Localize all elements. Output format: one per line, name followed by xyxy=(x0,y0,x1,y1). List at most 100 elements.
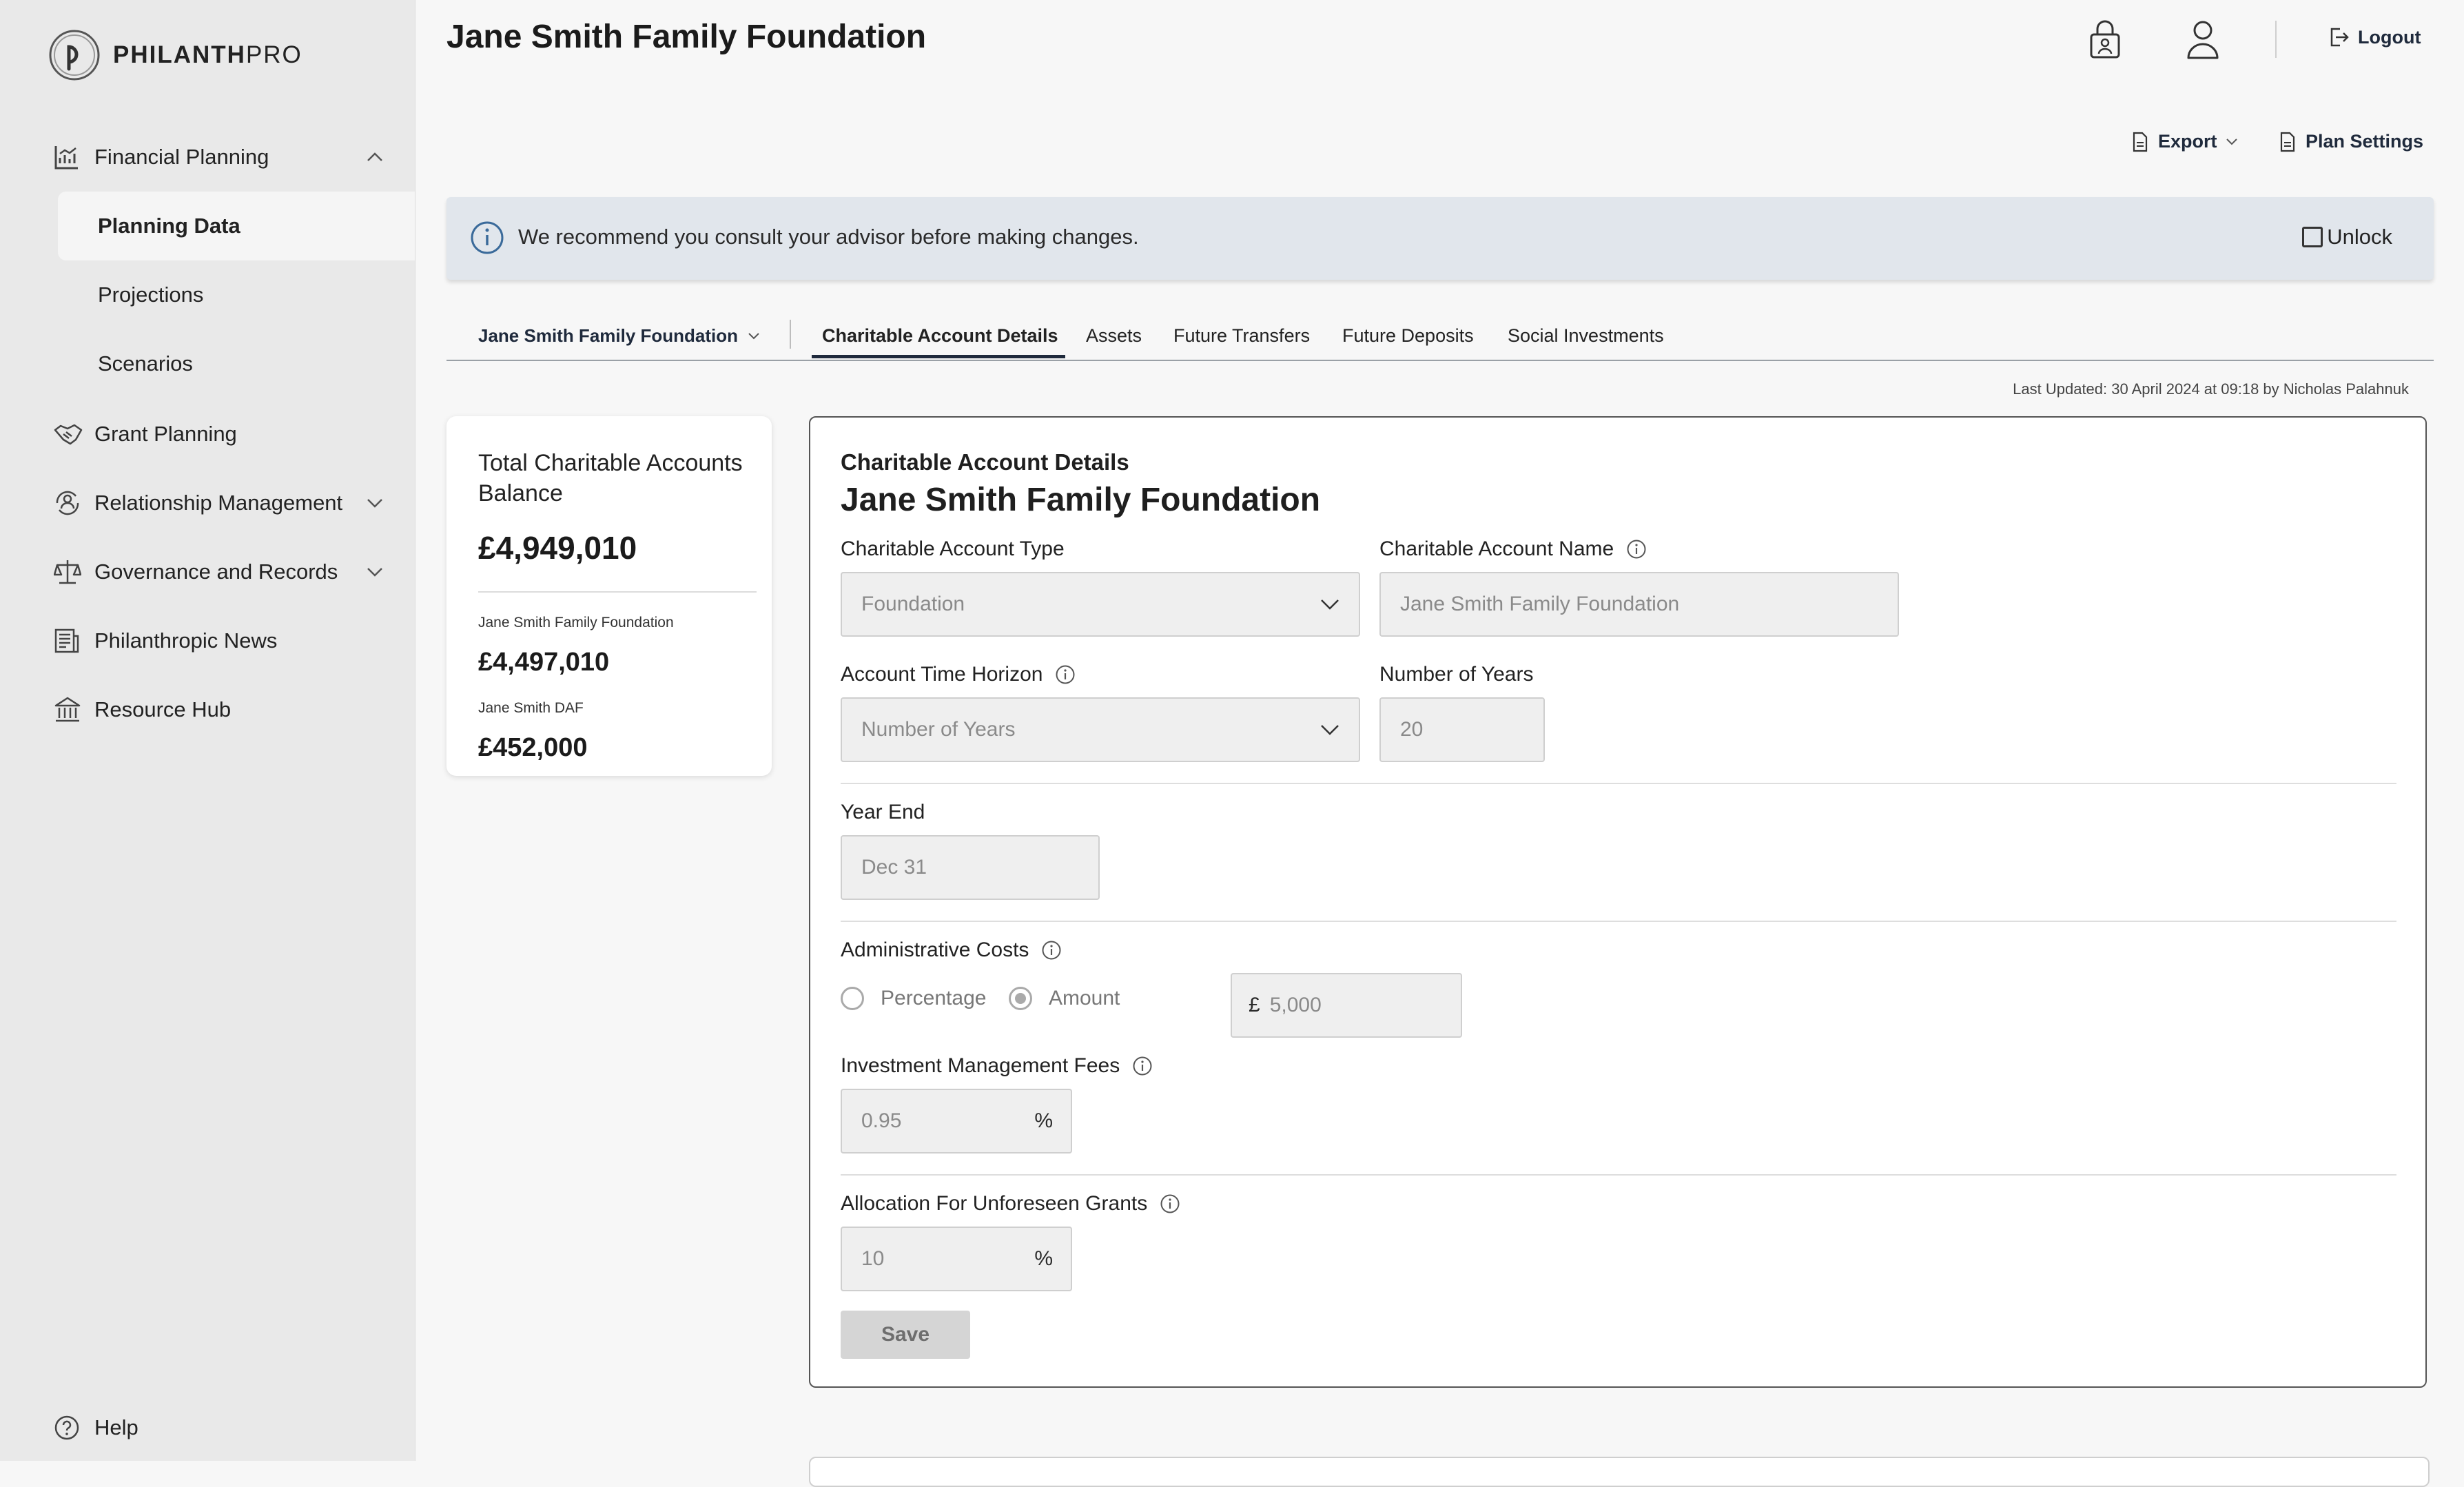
label-text: Allocation For Unforeseen Grants xyxy=(841,1192,1148,1215)
input-value: 0.95 xyxy=(861,1109,902,1132)
advisory-banner: We recommend you consult your advisor be… xyxy=(446,197,2434,280)
sidebar-subitem-projections[interactable]: Projections xyxy=(58,260,415,329)
account-selector-label: Jane Smith Family Foundation xyxy=(478,325,739,346)
account-selector[interactable]: Jane Smith Family Foundation xyxy=(478,325,760,347)
select-value: Foundation xyxy=(861,593,965,615)
form-title: Jane Smith Family Foundation xyxy=(841,482,1321,518)
tab-assets[interactable]: Assets xyxy=(1086,325,1142,347)
lock-user-button[interactable] xyxy=(2088,19,2122,59)
info-icon[interactable] xyxy=(1132,1056,1153,1076)
account-type-select[interactable]: Foundation xyxy=(841,572,1360,637)
info-icon[interactable] xyxy=(1626,539,1647,560)
logo[interactable]: PHILANTHPRO xyxy=(48,29,302,81)
radio-circle[interactable] xyxy=(841,987,864,1010)
tab-social-investments[interactable]: Social Investments xyxy=(1508,325,1664,347)
user-icon xyxy=(2187,21,2219,59)
checkbox-box[interactable] xyxy=(2302,227,2323,247)
account-type-label: Charitable Account Type xyxy=(841,537,1065,561)
info-icon[interactable] xyxy=(1041,940,1062,961)
export-label: Export xyxy=(2158,131,2217,152)
chevron-down-icon xyxy=(367,499,382,508)
logout-button[interactable]: Logout xyxy=(2328,26,2421,48)
export-button[interactable]: Export xyxy=(2132,131,2238,152)
chevron-down-icon xyxy=(748,333,759,340)
currency-prefix: £ xyxy=(1249,994,1260,1016)
input-value: 10 xyxy=(861,1247,885,1270)
sidebar-item-relationship-management[interactable]: Relationship Management xyxy=(0,470,415,536)
unlock-label: Unlock xyxy=(2327,225,2392,249)
chevron-down-icon xyxy=(2226,139,2237,145)
sidebar-item-label: Philanthropic News xyxy=(94,628,278,653)
chevron-down-icon xyxy=(367,568,382,577)
logout-label: Logout xyxy=(2358,26,2421,48)
info-icon[interactable] xyxy=(1055,664,1076,685)
year-end-input[interactable]: Dec 31 xyxy=(841,835,1100,900)
handshake-icon xyxy=(54,424,83,445)
sidebar-item-label: Resource Hub xyxy=(94,697,232,721)
header-divider xyxy=(2275,21,2277,58)
account-name-input[interactable]: Jane Smith Family Foundation xyxy=(1379,572,1899,637)
sidebar-item-label: Governance and Records xyxy=(94,560,338,584)
chevron-down-icon xyxy=(1321,725,1339,735)
tab-future-transfers[interactable]: Future Transfers xyxy=(1173,325,1310,347)
tab-charitable-account-details[interactable]: Charitable Account Details xyxy=(822,325,1058,347)
label-text: Number of Years xyxy=(1379,663,1534,686)
unlock-checkbox[interactable]: Unlock xyxy=(2302,225,2392,249)
next-section-card xyxy=(809,1457,2430,1487)
sidebar-subitem-label: Projections xyxy=(98,283,204,307)
input-value: Jane Smith Family Foundation xyxy=(1400,593,1680,615)
profile-button[interactable] xyxy=(2186,19,2220,59)
sidebar-item-label: Help xyxy=(94,1415,138,1439)
bank-icon xyxy=(54,697,81,722)
input-value: 20 xyxy=(1400,718,1424,741)
percent-suffix: % xyxy=(1034,1109,1053,1132)
save-button[interactable]: Save xyxy=(841,1311,970,1359)
balance-summary-card: Total Charitable Accounts Balance £4,949… xyxy=(446,416,772,776)
lock-user-icon xyxy=(2090,20,2120,59)
sidebar-subitem-planning-data[interactable]: Planning Data xyxy=(58,192,415,260)
account-amount: £452,000 xyxy=(478,733,588,762)
chart-icon xyxy=(54,146,78,170)
admin-costs-percentage-radio[interactable]: Percentage xyxy=(841,987,986,1010)
section-divider xyxy=(841,1174,2396,1176)
section-divider xyxy=(841,783,2396,784)
account-name-label: Charitable Account Name xyxy=(1379,537,1647,561)
help-icon xyxy=(54,1415,79,1440)
sidebar-subitem-label: Scenarios xyxy=(98,351,193,376)
info-icon[interactable] xyxy=(1160,1193,1180,1214)
charitable-account-form: Charitable Account Details Jane Smith Fa… xyxy=(809,416,2427,1388)
logout-icon xyxy=(2330,28,2349,47)
sidebar-item-philanthropic-news[interactable]: Philanthropic News xyxy=(0,608,415,674)
input-value: Dec 31 xyxy=(861,856,927,879)
tab-divider xyxy=(790,320,791,349)
admin-costs-amount-input[interactable]: £ 5,000 xyxy=(1231,973,1462,1038)
divider xyxy=(478,591,757,593)
radio-label: Percentage xyxy=(881,987,987,1009)
sidebar-item-grant-planning[interactable]: Grant Planning xyxy=(0,401,415,467)
document-icon xyxy=(2133,132,2148,152)
banner-message: We recommend you consult your advisor be… xyxy=(518,225,1139,249)
form-subtitle: Charitable Account Details xyxy=(841,449,1129,475)
sidebar-item-governance-records[interactable]: Governance and Records xyxy=(0,539,415,605)
time-horizon-select[interactable]: Number of Years xyxy=(841,697,1360,762)
sidebar-subitem-scenarios[interactable]: Scenarios xyxy=(58,329,415,398)
sidebar-item-financial-planning[interactable]: Financial Planning xyxy=(0,124,415,190)
plan-settings-button[interactable]: Plan Settings xyxy=(2279,131,2423,152)
sidebar-item-resource-hub[interactable]: Resource Hub xyxy=(0,677,415,743)
section-divider xyxy=(841,921,2396,922)
admin-costs-amount-radio[interactable]: Amount xyxy=(1009,987,1120,1010)
mgmt-fees-input[interactable]: 0.95 % xyxy=(841,1089,1072,1153)
radio-circle-selected[interactable] xyxy=(1009,987,1032,1010)
label-text: Administrative Costs xyxy=(841,939,1029,961)
num-years-input[interactable]: 20 xyxy=(1379,697,1545,762)
document-icon xyxy=(2280,132,2295,152)
tab-bar: Jane Smith Family Foundation Charitable … xyxy=(446,317,2434,361)
sidebar-item-help[interactable]: Help xyxy=(0,1395,415,1461)
percent-suffix: % xyxy=(1034,1247,1053,1270)
sidebar-item-label: Relationship Management xyxy=(94,491,343,515)
select-value: Number of Years xyxy=(861,718,1016,741)
unforeseen-grants-input[interactable]: 10 % xyxy=(841,1227,1072,1291)
tab-future-deposits[interactable]: Future Deposits xyxy=(1342,325,1474,347)
account-amount: £4,497,010 xyxy=(478,648,610,677)
balance-total: £4,949,010 xyxy=(478,530,637,566)
